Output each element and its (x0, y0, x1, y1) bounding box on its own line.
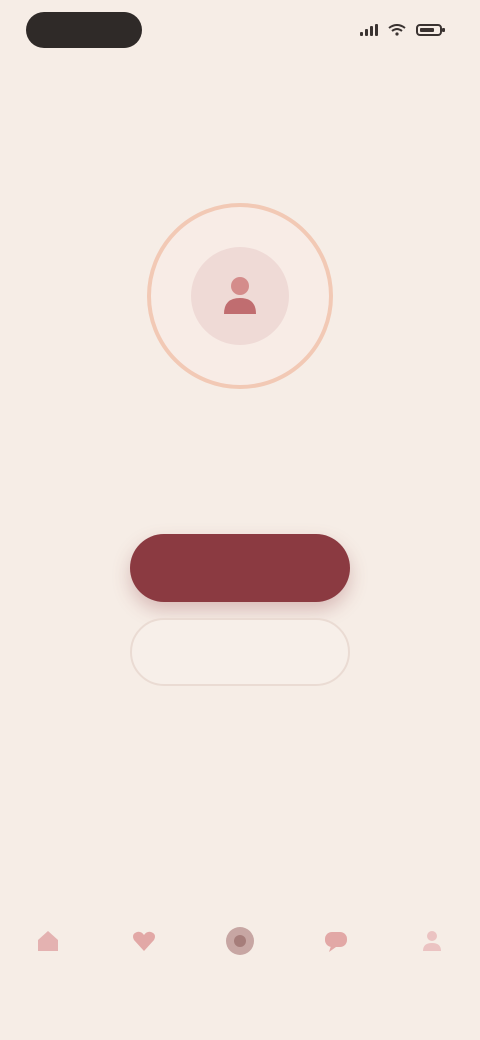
user-icon (224, 277, 256, 314)
chat-icon (319, 924, 353, 958)
hero-inner-circle (191, 247, 289, 345)
wifi-icon (388, 24, 406, 36)
primary-button[interactable] (130, 534, 350, 602)
nav-item-chat[interactable] (296, 924, 376, 1004)
nav-item-home[interactable] (8, 924, 88, 1004)
home-icon (31, 924, 65, 958)
nav-item-favorites[interactable] (104, 924, 184, 1004)
secondary-button[interactable] (130, 618, 350, 686)
status-time (26, 12, 142, 48)
status-bar (0, 0, 480, 64)
bottom-nav (0, 920, 480, 1040)
status-icons (360, 22, 445, 38)
nav-item-record[interactable] (200, 924, 280, 1004)
nav-item-profile[interactable] (392, 924, 472, 1004)
record-icon (223, 924, 257, 958)
hero-illustration (147, 203, 333, 389)
profile-icon (415, 924, 449, 958)
signal-icon (360, 24, 378, 36)
app-screen (0, 0, 480, 1040)
heart-icon (127, 924, 161, 958)
battery-icon (416, 24, 445, 36)
